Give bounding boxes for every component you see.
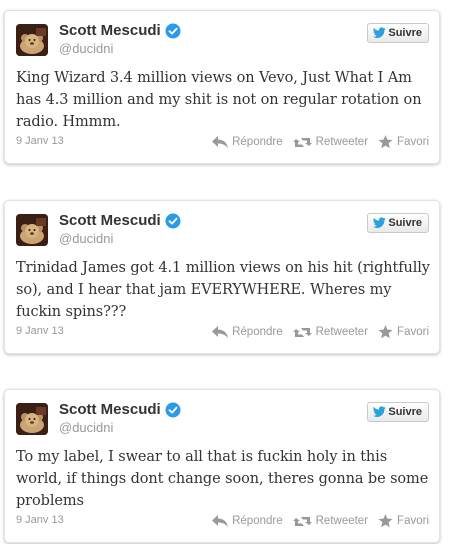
tweet-card: Scott Mescudi @ducidni Suivre To my labe… xyxy=(4,389,440,543)
retweet-label: Retweeter xyxy=(315,136,369,148)
verified-check-icon xyxy=(165,402,181,418)
avatar-image xyxy=(16,403,48,435)
favorite-button[interactable]: Favori xyxy=(378,514,429,528)
retweet-icon xyxy=(292,327,312,337)
follow-button[interactable]: Suivre xyxy=(367,213,429,233)
star-icon xyxy=(378,135,393,149)
reply-label: Répondre xyxy=(232,326,283,338)
retweet-icon xyxy=(292,137,312,147)
follow-label: Suivre xyxy=(388,27,422,39)
favorite-label: Favori xyxy=(397,515,429,527)
reply-arrow-icon xyxy=(212,326,229,338)
tweet-actions: Répondre Retweeter Favori xyxy=(202,325,429,339)
tweet-date[interactable]: 9 Janv 13 xyxy=(16,514,64,526)
twitter-bird-icon xyxy=(373,217,386,228)
author-handle[interactable]: @ducidni xyxy=(59,231,113,247)
follow-label: Suivre xyxy=(388,406,422,418)
verified-check-icon xyxy=(165,213,181,229)
reply-button[interactable]: Répondre xyxy=(212,515,283,527)
tweet-card: Scott Mescudi @ducidni Suivre King Wizar… xyxy=(4,10,440,164)
avatar-image xyxy=(16,214,48,246)
author-handle[interactable]: @ducidni xyxy=(59,420,113,436)
tweet-actions: Répondre Retweeter Favori xyxy=(202,514,429,528)
retweet-label: Retweeter xyxy=(315,326,369,338)
follow-button[interactable]: Suivre xyxy=(367,23,429,43)
retweet-button[interactable]: Retweeter xyxy=(292,136,369,149)
retweet-label: Retweeter xyxy=(315,515,369,527)
retweet-button[interactable]: Retweeter xyxy=(292,326,369,339)
tweet-text: Trinidad James got 4.1 million views on … xyxy=(16,260,430,320)
favorite-label: Favori xyxy=(397,326,429,338)
avatar[interactable] xyxy=(16,24,48,56)
tweet-card: Scott Mescudi @ducidni Suivre Trinidad J… xyxy=(4,200,440,354)
tweet-actions: Répondre Retweeter Favori xyxy=(202,135,429,149)
author-handle[interactable]: @ducidni xyxy=(59,41,113,57)
tweet-date[interactable]: 9 Janv 13 xyxy=(16,325,64,337)
favorite-button[interactable]: Favori xyxy=(378,135,429,149)
author-name[interactable]: Scott Mescudi xyxy=(59,401,161,419)
avatar[interactable] xyxy=(16,214,48,246)
follow-label: Suivre xyxy=(388,217,422,229)
reply-arrow-icon xyxy=(212,136,229,148)
follow-button[interactable]: Suivre xyxy=(367,402,429,422)
retweet-button[interactable]: Retweeter xyxy=(292,515,369,528)
tweet-date[interactable]: 9 Janv 13 xyxy=(16,135,64,147)
star-icon xyxy=(378,514,393,528)
reply-label: Répondre xyxy=(232,136,283,148)
avatar[interactable] xyxy=(16,403,48,435)
reply-arrow-icon xyxy=(212,515,229,527)
avatar-image xyxy=(16,24,48,56)
verified-check-icon xyxy=(165,23,181,39)
reply-button[interactable]: Répondre xyxy=(212,326,283,338)
reply-label: Répondre xyxy=(232,515,283,527)
reply-button[interactable]: Répondre xyxy=(212,136,283,148)
favorite-label: Favori xyxy=(397,136,429,148)
twitter-bird-icon xyxy=(373,406,386,417)
twitter-bird-icon xyxy=(373,27,386,38)
author-name[interactable]: Scott Mescudi xyxy=(59,212,161,230)
tweet-text: To my label, I swear to all that is fuck… xyxy=(16,449,429,509)
star-icon xyxy=(378,325,393,339)
favorite-button[interactable]: Favori xyxy=(378,325,429,339)
retweet-icon xyxy=(292,516,312,526)
tweet-text: King Wizard 3.4 million views on Vevo, J… xyxy=(16,70,422,130)
author-name[interactable]: Scott Mescudi xyxy=(59,22,161,40)
